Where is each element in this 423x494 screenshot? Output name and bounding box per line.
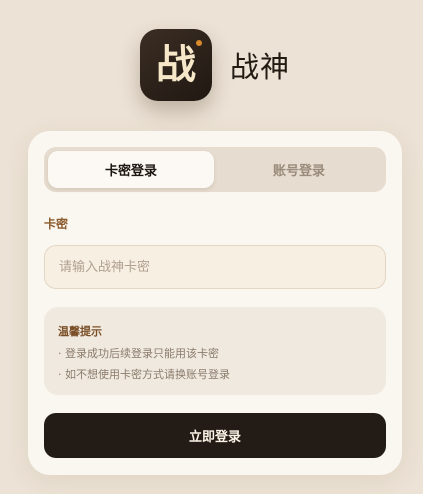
- logo-character: 战: [156, 41, 196, 88]
- card-key-label: 卡密: [44, 217, 69, 231]
- tip-line: · 如不想使用卡密方式请换账号登录: [58, 368, 230, 381]
- app-header: 战 战神: [140, 29, 290, 101]
- tab-card-key-login[interactable]: 卡密登录: [48, 151, 214, 188]
- app-title: 战神: [230, 50, 291, 84]
- tips-title: 温馨提示: [58, 325, 102, 338]
- card-key-field: [44, 245, 386, 289]
- app-logo: 战: [140, 29, 212, 101]
- login-card: 卡密登录 账号登录 卡密 温馨提示 · 登录成功后续登录只能用该卡密 · 如不想…: [28, 131, 402, 475]
- login-button[interactable]: 立即登录: [44, 413, 386, 458]
- card-key-input[interactable]: [45, 246, 385, 288]
- login-method-tabs: 卡密登录 账号登录: [44, 147, 386, 192]
- tip-line: · 登录成功后续登录只能用该卡密: [58, 347, 219, 360]
- tips-panel: 温馨提示 · 登录成功后续登录只能用该卡密 · 如不想使用卡密方式请换账号登录: [44, 307, 386, 395]
- logo-dot-icon: [196, 40, 202, 46]
- tab-account-login[interactable]: 账号登录: [216, 151, 382, 188]
